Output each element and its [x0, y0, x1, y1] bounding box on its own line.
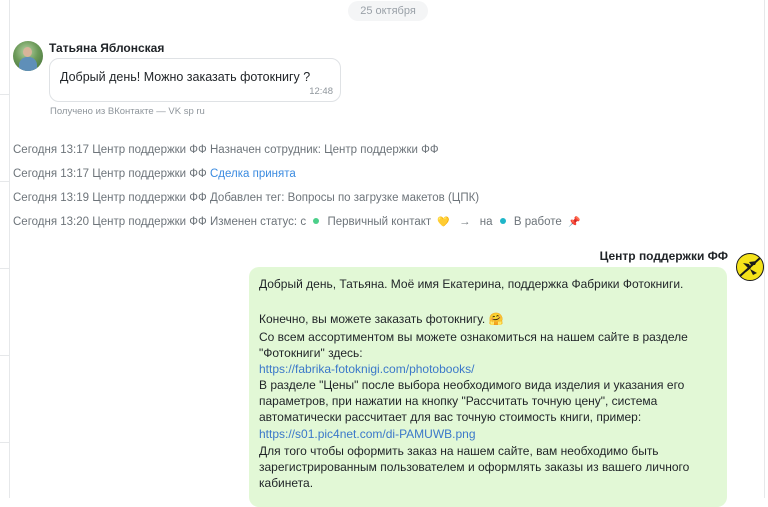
pushpin-icon: 📌 — [568, 217, 581, 228]
left-panel-edge — [0, 0, 10, 498]
incoming-message-text: Добрый день! Можно заказать фотокнигу ? — [60, 70, 311, 84]
message-line: Конечно, вы можете заказать фотокнигу. 🤗 — [259, 312, 504, 326]
status-from: Первичный контакт — [327, 216, 432, 228]
brand-logo-icon — [739, 257, 761, 277]
message-line: "Фотокниги" здесь: — [259, 346, 363, 360]
deal-accepted-link[interactable]: Сделка принята — [210, 168, 296, 180]
status-to: В работе — [513, 216, 562, 228]
message-line: Для того чтобы оформить заказ на нашем с… — [259, 444, 659, 458]
event-actor: Центр поддержки ФФ — [92, 216, 207, 228]
event-text: Назначен сотрудник: Центр поддержки ФФ — [210, 144, 439, 156]
message-line: параметров, при нажатии на кнопку "Рассч… — [259, 394, 658, 408]
event-log-item: Сегодня 13:20 Центр поддержки ФФ Изменен… — [13, 216, 580, 228]
event-log-item: Сегодня 13:17 Центр поддержки ФФ Назначе… — [13, 144, 439, 156]
event-time: Сегодня 13:17 — [13, 168, 90, 180]
status-dot-icon — [499, 217, 506, 224]
customer-avatar[interactable] — [13, 41, 43, 71]
event-log-item: Сегодня 13:17 Центр поддержки ФФ Сделка … — [13, 168, 296, 180]
incoming-message-bubble: Добрый день! Можно заказать фотокнигу ? … — [49, 58, 341, 102]
incoming-sender-name[interactable]: Татьяна Яблонская — [49, 41, 164, 55]
message-line: В разделе "Цены" после выбора необходимо… — [259, 378, 685, 392]
event-actor: Центр поддержки ФФ — [92, 144, 207, 156]
incoming-message-time: 12:48 — [309, 86, 333, 97]
message-line: автоматически рассчитает для вас точную … — [259, 410, 642, 424]
agent-avatar[interactable] — [736, 253, 764, 281]
event-text: Изменен статус: с — [210, 216, 307, 228]
yellow-heart-icon: 💛 — [437, 217, 450, 228]
event-actor: Центр поддержки ФФ — [92, 192, 207, 204]
event-log-item: Сегодня 13:19 Центр поддержки ФФ Добавле… — [13, 192, 479, 204]
event-time: Сегодня 13:19 — [13, 192, 90, 204]
message-line: кабинета. — [259, 476, 314, 490]
date-divider: 25 октября — [348, 1, 428, 21]
message-line: Добрый день, Татьяна. Моё имя Екатерина,… — [259, 277, 684, 291]
right-panel-edge — [764, 0, 768, 498]
message-source: Получено из ВКонтакте — VK sp ru — [50, 106, 205, 117]
outgoing-message-bubble: Добрый день, Татьяна. Моё имя Екатерина,… — [249, 267, 727, 507]
arrow-right-icon: → — [459, 216, 471, 228]
photobooks-link[interactable]: https://fabrika-fotoknigi.com/photobooks… — [259, 362, 474, 376]
outgoing-sender-name[interactable]: Центр поддержки ФФ — [600, 249, 728, 263]
message-line: зарегистрированным пользователем и оформ… — [259, 460, 690, 474]
event-time: Сегодня 13:17 — [13, 144, 90, 156]
event-actor: Центр поддержки ФФ — [92, 168, 207, 180]
example-image-link[interactable]: https://s01.pic4net.com/di-PAMUWB.png — [259, 427, 476, 441]
message-line: Со всем ассортиментом вы можете ознакоми… — [259, 330, 688, 344]
status-to-word: на — [479, 216, 493, 228]
event-text: Добавлен тег: Вопросы по загрузке макето… — [210, 192, 480, 204]
status-dot-icon — [313, 217, 320, 224]
event-time: Сегодня 13:20 — [13, 216, 90, 228]
